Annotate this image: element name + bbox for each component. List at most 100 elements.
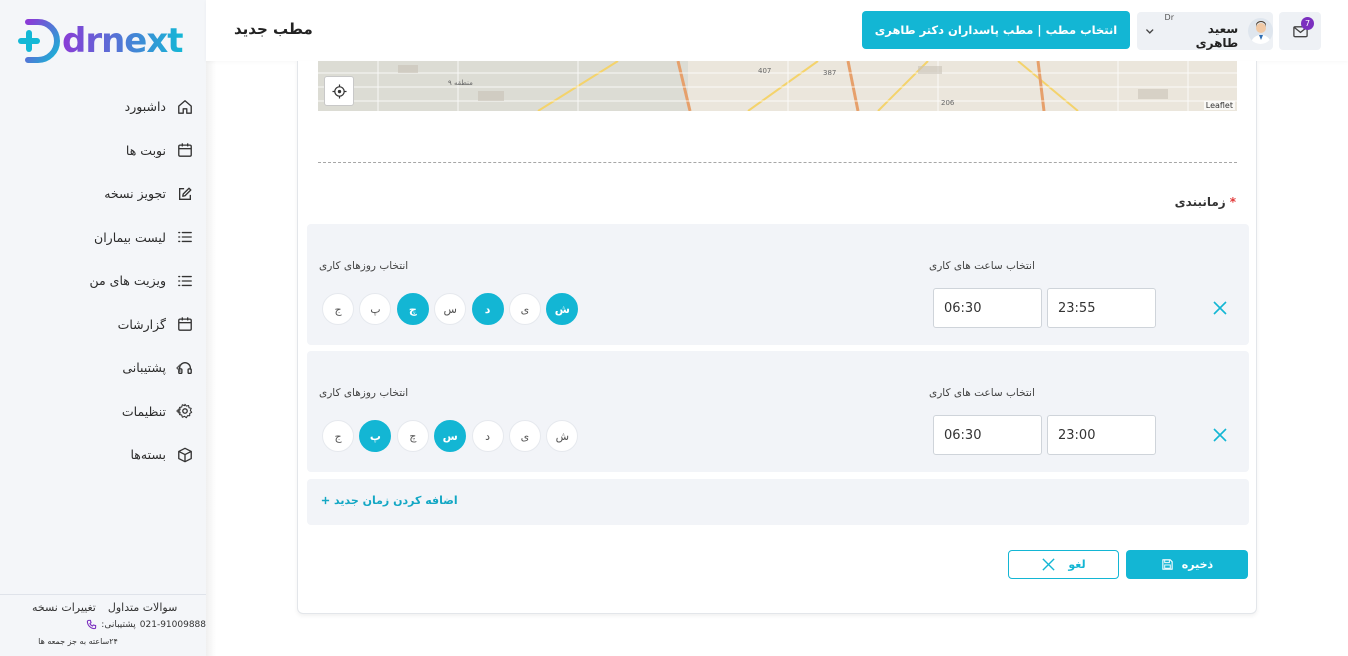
add-new-time-label: اضافه کردن زمان جدید [334, 494, 458, 507]
sidebar: drnext داشبورد نوبت ها تجویز نسخه لیست ب… [0, 0, 216, 656]
work-hours-label: انتخاب ساعت های کاری [929, 387, 1035, 399]
day-toggle-tue[interactable]: س [434, 293, 467, 325]
section-divider [318, 162, 1237, 163]
select-clinic-button[interactable]: انتخاب مطب | مطب پاسداران دکتر طاهری [862, 11, 1130, 49]
end-time-input[interactable] [1047, 415, 1156, 455]
remove-row-close-icon[interactable] [1211, 426, 1229, 444]
crosshair-icon [331, 83, 347, 99]
required-mark: * [1229, 195, 1236, 209]
day-toggle-thu[interactable]: پ [359, 420, 392, 452]
day-toggle-fri[interactable]: ج [322, 420, 354, 452]
locate-me-button[interactable] [324, 76, 354, 106]
sidebar-item-my-visits[interactable]: ویزیت های من [0, 259, 206, 303]
schedule-title: *زمانبندی [1175, 195, 1236, 209]
schedule-row: انتخاب روزهای کاری انتخاب ساعت های کاری … [307, 351, 1249, 472]
day-toggle-wed[interactable]: چ [396, 293, 429, 325]
avatar [1248, 18, 1274, 44]
cancel-button-label: لغو [1068, 558, 1086, 571]
map-attribution[interactable]: Leaflet [1203, 101, 1235, 110]
save-icon [1162, 559, 1173, 570]
support-phone-number[interactable]: 021-91009888 [140, 620, 206, 630]
save-button-label: ذخیره [1181, 558, 1214, 571]
end-time-input[interactable] [1047, 288, 1156, 328]
faq-link[interactable]: سوالات متداول [108, 601, 177, 614]
add-schedule-row: اضافه کردن زمان جدید [307, 479, 1249, 525]
start-time-input[interactable] [933, 288, 1042, 328]
work-hours-label: انتخاب ساعت های کاری [929, 260, 1035, 272]
sidebar-item-label: بسته‌ها [130, 447, 166, 463]
calendar-icon [176, 315, 194, 333]
sidebar-item-patients[interactable]: لیست بیماران [0, 216, 206, 260]
day-toggle-thu[interactable]: پ [359, 293, 392, 325]
day-toggle-tue[interactable]: س [434, 420, 467, 452]
sidebar-footer: سوالات متداول تغییرات نسخه :پشتیبانی 021… [0, 594, 206, 656]
messages-button[interactable]: 7 [1279, 12, 1321, 50]
box-icon [176, 446, 194, 464]
day-toggle-sun[interactable]: ی [508, 293, 541, 325]
user-prefix: Dr [1164, 12, 1174, 22]
phone-icon [87, 619, 97, 630]
support-phone-label: :پشتیبانی [101, 619, 136, 630]
sidebar-item-prescription[interactable]: تجویز نسخه [0, 172, 206, 216]
list-icon [176, 228, 194, 246]
release-notes-link[interactable]: تغییرات نسخه [32, 601, 96, 614]
user-info: Dr سعید طاهری [1165, 13, 1239, 50]
sidebar-item-label: لیست بیماران [94, 229, 166, 245]
sidebar-menu: داشبورد نوبت ها تجویز نسخه لیست بیماران … [0, 85, 206, 477]
sidebar-item-appointments[interactable]: نوبت ها [0, 129, 206, 173]
logo-mark-icon [18, 19, 60, 63]
day-toggle-sat[interactable]: ش [546, 420, 579, 452]
sidebar-item-reports[interactable]: گزارشات [0, 303, 206, 347]
sidebar-item-label: داشبورد [124, 99, 166, 115]
day-toggle-fri[interactable]: ج [322, 293, 354, 325]
logo[interactable]: drnext [16, 16, 192, 66]
sidebar-item-label: ویزیت های من [89, 273, 166, 289]
chevron-left-icon [176, 363, 181, 372]
top-header: مطب جدید انتخاب مطب | مطب پاسداران دکتر … [206, 0, 1348, 61]
home-icon [176, 98, 194, 116]
user-menu[interactable]: Dr سعید طاهری [1137, 12, 1274, 50]
location-map[interactable]: منطقه ۹ 407 387 206 Leaflet [318, 61, 1237, 111]
messages-badge: 7 [1301, 17, 1314, 30]
day-toggle-wed[interactable]: چ [396, 420, 429, 452]
edit-icon [176, 185, 194, 203]
sidebar-item-dashboard[interactable]: داشبورد [0, 85, 206, 129]
map-label: 206 [941, 99, 955, 107]
day-toggle-mon[interactable]: د [471, 420, 504, 452]
schedule-row: انتخاب روزهای کاری انتخاب ساعت های کاری … [307, 224, 1249, 345]
remove-row-close-icon[interactable] [1211, 299, 1229, 317]
sidebar-item-support[interactable]: پشتیبانی [0, 346, 206, 390]
schedule-title-text: زمانبندی [1174, 195, 1226, 209]
work-days-label: انتخاب روزهای کاری [319, 387, 409, 399]
user-name: سعید طاهری [1195, 21, 1239, 50]
page-title: مطب جدید [234, 20, 313, 38]
sidebar-item-label: تنظیمات [121, 403, 166, 419]
day-toggle-sat[interactable]: ش [546, 293, 579, 325]
day-toggle-sun[interactable]: ی [508, 420, 541, 452]
save-button[interactable]: ذخیره [1126, 550, 1248, 579]
map-label: 407 [758, 67, 772, 75]
chevron-left-icon [176, 407, 181, 416]
logo-text: drnext [62, 21, 184, 61]
map-label: منطقه ۹ [448, 79, 473, 87]
day-picker: ش ی د س چ پ ج [322, 420, 579, 452]
sidebar-item-label: نوبت ها [125, 142, 166, 158]
clinic-form-card: منطقه ۹ 407 387 206 Leaflet *زمانبندی ان… [297, 61, 1257, 614]
add-new-time-link[interactable]: اضافه کردن زمان جدید [321, 494, 458, 507]
list-icon [176, 272, 194, 290]
day-toggle-mon[interactable]: د [471, 293, 504, 325]
plus-icon [321, 496, 330, 505]
sidebar-item-label: گزارشات [117, 316, 166, 332]
cancel-button[interactable]: لغو [1008, 550, 1119, 579]
sidebar-item-settings[interactable]: تنظیمات [0, 390, 206, 434]
sidebar-item-label: پشتیبانی [122, 360, 166, 376]
start-time-input[interactable] [933, 415, 1042, 455]
sidebar-item-label: تجویز نسخه [104, 186, 166, 202]
close-icon [1042, 558, 1055, 571]
day-picker: ش ی د س چ پ ج [322, 293, 579, 325]
work-days-label: انتخاب روزهای کاری [319, 260, 409, 272]
sidebar-item-packages[interactable]: بسته‌ها [0, 433, 206, 477]
chevron-down-icon [1145, 29, 1154, 34]
sidebar-footer-links: سوالات متداول تغییرات نسخه [0, 601, 206, 614]
support-phone: :پشتیبانی 021-91009888 [0, 619, 206, 630]
